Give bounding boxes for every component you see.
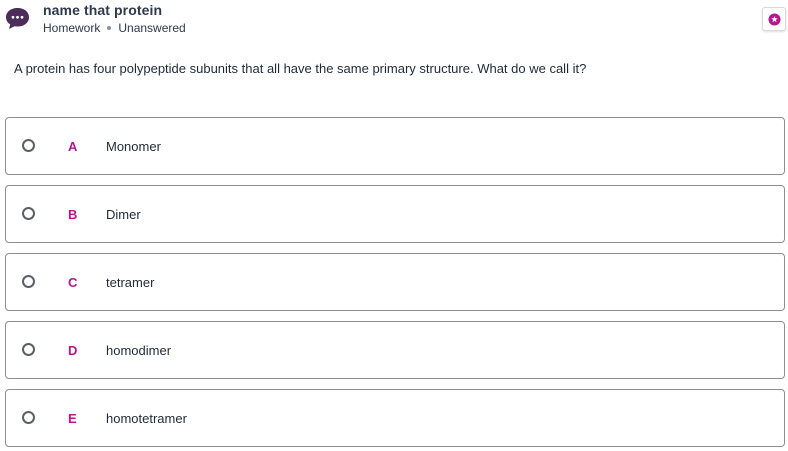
radio-button[interactable] (22, 275, 35, 288)
chat-bubble-ellipsis-icon (6, 8, 29, 29)
answer-option-c[interactable]: C tetramer (5, 253, 785, 311)
option-letter: B (68, 207, 78, 222)
question-title: name that protein (43, 2, 163, 18)
option-letter: E (68, 411, 77, 426)
option-letter: A (68, 139, 78, 154)
separator-dot (107, 26, 112, 30)
answer-option-d[interactable]: D homodimer (5, 321, 785, 379)
option-label: homotetramer (106, 411, 187, 426)
radio-button[interactable] (22, 207, 35, 220)
answer-option-b[interactable]: B Dimer (5, 185, 785, 243)
question-avatar (5, 7, 30, 30)
option-letter: C (68, 275, 78, 290)
question-status: Unanswered (118, 21, 186, 35)
question-meta: Homework Unanswered (43, 21, 186, 35)
option-label: tetramer (106, 275, 155, 290)
star-badge-icon (768, 13, 780, 25)
answer-option-a[interactable]: A Monomer (5, 117, 785, 175)
option-label: Dimer (106, 207, 141, 222)
answer-option-e[interactable]: E homotetramer (5, 389, 785, 447)
option-letter: D (68, 343, 78, 358)
option-label: Monomer (106, 139, 161, 154)
radio-button[interactable] (22, 343, 35, 356)
radio-button[interactable] (22, 411, 35, 424)
option-label: homodimer (106, 343, 172, 358)
question-category: Homework (43, 21, 101, 35)
favorite-button[interactable] (762, 7, 786, 31)
question-text: A protein has four polypeptide subunits … (14, 61, 587, 76)
radio-button[interactable] (22, 139, 35, 152)
